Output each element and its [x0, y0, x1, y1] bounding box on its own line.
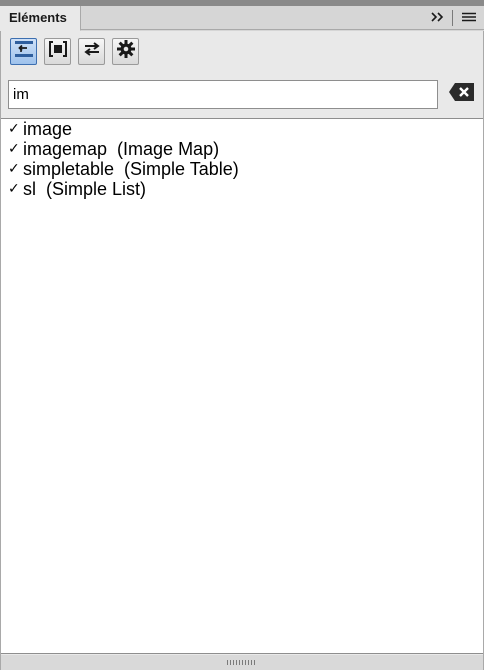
elements-panel: ✓ image ✓ imagemap (Image Map) ✓ simplet… [0, 31, 484, 670]
list-item-label: sl (Simple List) [23, 179, 147, 199]
panel-controls [428, 6, 484, 30]
resize-bar[interactable] [1, 655, 483, 670]
check-mark-icon: ✓ [8, 181, 20, 197]
double-chevron-icon [431, 9, 445, 27]
change-element-icon [82, 39, 102, 64]
swap-element-button[interactable] [10, 38, 37, 65]
clear-search-button[interactable] [448, 82, 475, 106]
search-row [8, 79, 476, 110]
separator [452, 10, 453, 26]
settings-button[interactable] [112, 38, 139, 65]
list-item-label: imagemap (Image Map) [23, 139, 220, 159]
list-item-label: simpletable (Simple Table) [23, 159, 239, 179]
check-mark-icon: ✓ [8, 121, 20, 137]
check-mark-icon: ✓ [8, 141, 20, 157]
tab-elements[interactable]: Eléments [0, 6, 81, 31]
list-item-label: image [23, 119, 73, 139]
search-input[interactable] [8, 80, 438, 109]
toolbar [10, 38, 139, 66]
insert-element-icon [48, 39, 68, 64]
panel-menu-button[interactable] [459, 8, 479, 28]
list-item[interactable]: ✓ sl (Simple List) [1, 179, 483, 199]
element-list: ✓ image ✓ imagemap (Image Map) ✓ simplet… [1, 118, 483, 654]
swap-element-icon [14, 39, 34, 64]
insert-element-button[interactable] [44, 38, 71, 65]
clear-text-icon [448, 82, 475, 107]
panel-tab-bar: Eléments [0, 6, 484, 31]
list-item[interactable]: ✓ simpletable (Simple Table) [1, 159, 483, 179]
check-mark-icon: ✓ [8, 161, 20, 177]
resize-grip-icon[interactable] [227, 660, 257, 665]
settings-gear-icon [116, 39, 136, 64]
list-item[interactable]: ✓ imagemap (Image Map) [1, 139, 483, 159]
change-element-button[interactable] [78, 38, 105, 65]
list-item[interactable]: ✓ image [1, 119, 483, 139]
hamburger-menu-icon [462, 9, 476, 27]
expand-panel-button[interactable] [428, 8, 448, 28]
